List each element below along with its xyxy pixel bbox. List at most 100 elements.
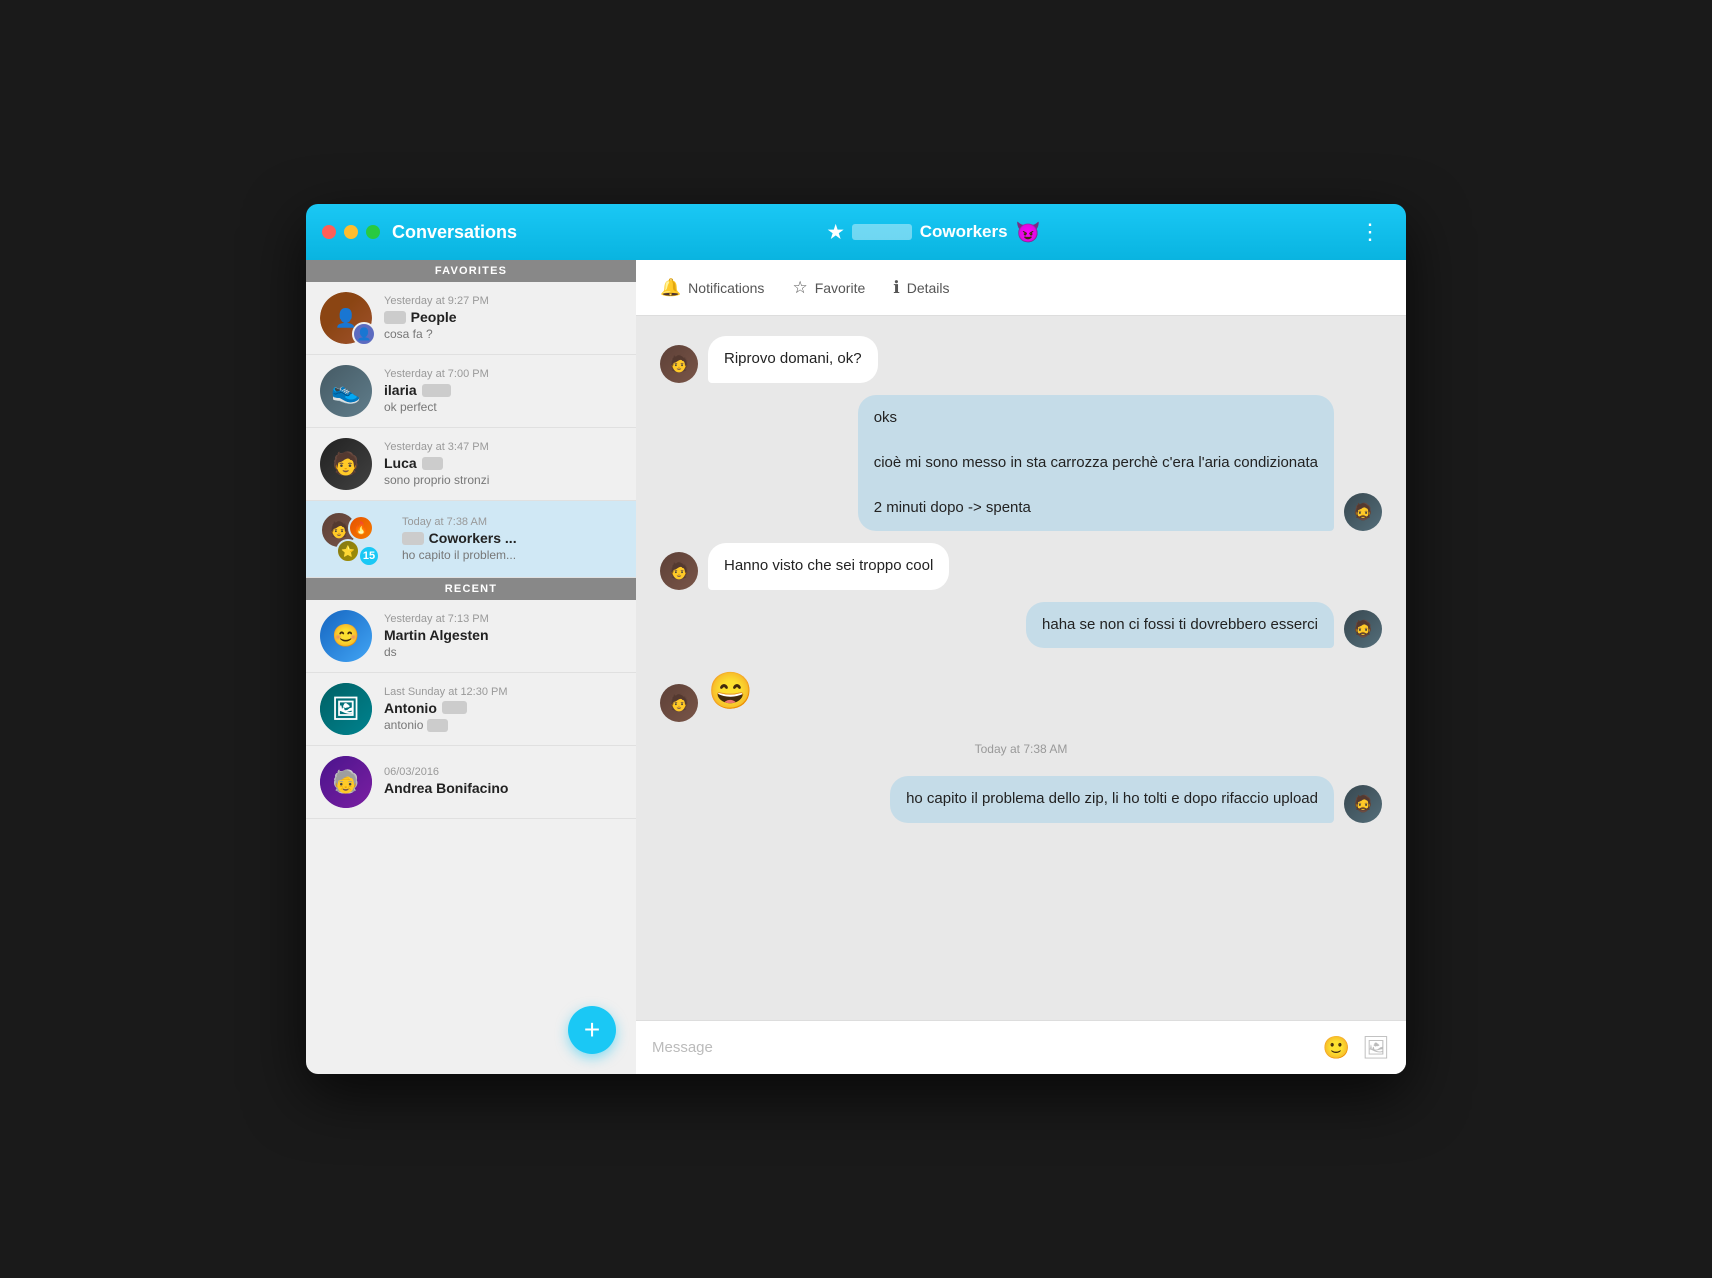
luca-preview: sono proprio stronzi	[384, 473, 622, 487]
chat-toolbar: 🔔 Notifications ☆ Favorite ℹ Details	[636, 260, 1406, 316]
andrea-avatar: 🧓	[320, 756, 372, 808]
msg-avatar-out-6: 🧔	[1344, 785, 1382, 823]
coworkers-avatar-wrap: 🧑 🔥 ⭐ 15	[320, 511, 376, 567]
andrea-time: 06/03/2016	[384, 766, 622, 778]
andrea-conv-info: 06/03/2016 Andrea Bonifacino	[384, 766, 622, 798]
martin-avatar: 😊	[320, 610, 372, 662]
cw-avatar-3: ⭐	[336, 539, 360, 563]
timestamp-1: Today at 7:38 AM	[660, 742, 1382, 756]
message-row-1: 🧑 Riprovo domani, ok?	[660, 336, 1382, 383]
ilaria-blur	[422, 384, 451, 397]
message-input[interactable]	[652, 1039, 1311, 1056]
msg-bubble-2: oks cioè mi sono messo in sta carrozza p…	[858, 395, 1334, 532]
sidebar-item-antonio[interactable]: 🖼 Last Sunday at 12:30 PM Antonio antoni…	[306, 673, 636, 746]
luca-avatar-wrap: 🧑	[320, 438, 372, 490]
notifications-label: Notifications	[688, 280, 764, 296]
msg-avatar-in-1: 🧑	[660, 345, 698, 383]
chat-messages: 🧑 Riprovo domani, ok? 🧔 oks cioè mi sono…	[636, 316, 1406, 1020]
sidebar-item-people[interactable]: 👤 👤 Yesterday at 9:27 PM People cosa fa …	[306, 282, 636, 355]
antonio-name-text: Antonio	[384, 700, 437, 716]
app-window: Conversations ★ Coworkers 😈 ⋮ FAVORITES …	[306, 204, 1406, 1074]
favorites-header: FAVORITES	[306, 260, 636, 282]
message-row-5: 🧑 😄	[660, 660, 1382, 722]
close-button[interactable]	[322, 225, 336, 239]
people-conv-info: Yesterday at 9:27 PM People cosa fa ?	[384, 295, 622, 341]
image-upload-icon[interactable]: 🖼	[1362, 1035, 1390, 1061]
coworkers-conv-info: Today at 7:38 AM Coworkers ... ho capito…	[402, 516, 622, 562]
notifications-toolbar-item[interactable]: 🔔 Notifications	[660, 278, 764, 298]
ilaria-name: ilaria	[384, 382, 622, 398]
details-label: Details	[907, 280, 950, 296]
sidebar-item-martin[interactable]: 😊 Yesterday at 7:13 PM Martin Algesten d…	[306, 600, 636, 673]
message-row-3: 🧑 Hanno visto che sei troppo cool	[660, 543, 1382, 590]
antonio-avatar: 🖼	[320, 683, 372, 735]
coworkers-preview: ho capito il problem...	[402, 548, 622, 562]
message-row-6: 🧔 ho capito il problema dello zip, li ho…	[660, 776, 1382, 823]
martin-avatar-wrap: 😊	[320, 610, 372, 662]
msg-avatar-in-3: 🧑	[660, 552, 698, 590]
details-toolbar-item[interactable]: ℹ Details	[893, 278, 949, 298]
star-icon: ★	[828, 222, 844, 243]
chat-emoji: 😈	[1016, 220, 1041, 245]
people-avatar-secondary: 👤	[352, 322, 376, 346]
antonio-preview: antonio	[384, 718, 622, 732]
martin-preview: ds	[384, 645, 622, 659]
ilaria-preview: ok perfect	[384, 400, 622, 414]
favorite-label: Favorite	[815, 280, 866, 296]
martin-time: Yesterday at 7:13 PM	[384, 613, 622, 625]
favorite-icon: ☆	[792, 278, 807, 298]
cw-name-blur	[402, 532, 424, 545]
ilaria-name-text: ilaria	[384, 382, 417, 398]
msg-bubble-4: haha se non ci fossi ti dovrebbero esser…	[1026, 602, 1334, 649]
ilaria-time: Yesterday at 7:00 PM	[384, 368, 622, 380]
luca-time: Yesterday at 3:47 PM	[384, 441, 622, 453]
ilaria-avatar-wrap: 👟	[320, 365, 372, 417]
cw-avatar-2: 🔥	[348, 515, 374, 541]
people-avatar-wrap: 👤 👤	[320, 292, 372, 344]
antonio-preview-blur	[427, 719, 449, 732]
sidebar-item-luca[interactable]: 🧑 Yesterday at 3:47 PM Luca sono proprio…	[306, 428, 636, 501]
info-icon: ℹ	[893, 278, 899, 298]
martin-name: Martin Algesten	[384, 627, 622, 643]
msg-bubble-5: 😄	[708, 660, 753, 722]
antonio-name: Antonio	[384, 700, 622, 716]
msg-avatar-in-5: 🧑	[660, 684, 698, 722]
people-name: People	[384, 309, 622, 325]
antonio-avatar-wrap: 🖼	[320, 683, 372, 735]
recent-header: RECENT	[306, 578, 636, 600]
message-row-4: 🧔 haha se non ci fossi ti dovrebbero ess…	[660, 602, 1382, 649]
people-name-blur	[384, 311, 406, 324]
martin-conv-info: Yesterday at 7:13 PM Martin Algesten ds	[384, 613, 622, 659]
sidebar-item-andrea[interactable]: 🧓 06/03/2016 Andrea Bonifacino	[306, 746, 636, 819]
title-bar-right: ⋮	[1351, 215, 1390, 249]
new-conversation-button[interactable]: +	[568, 1006, 616, 1054]
msg-bubble-3: Hanno visto che sei troppo cool	[708, 543, 949, 590]
luca-conv-info: Yesterday at 3:47 PM Luca sono proprio s…	[384, 441, 622, 487]
msg-avatar-out-4: 🧔	[1344, 610, 1382, 648]
antonio-preview-text: antonio	[384, 718, 427, 732]
chat-input-area: 🙂 🖼	[636, 1020, 1406, 1074]
antonio-conv-info: Last Sunday at 12:30 PM Antonio antonio	[384, 686, 622, 732]
bell-icon: 🔔	[660, 278, 681, 298]
antonio-blur	[442, 701, 467, 714]
favorite-toolbar-item[interactable]: ☆ Favorite	[792, 278, 865, 298]
sidebar-item-coworkers[interactable]: 🧑 🔥 ⭐ 15 Today at 7:38 AM Coworkers ... …	[306, 501, 636, 578]
coworkers-time: Today at 7:38 AM	[402, 516, 622, 528]
emoji-picker-icon[interactable]: 🙂	[1323, 1035, 1350, 1061]
people-time: Yesterday at 9:27 PM	[384, 295, 622, 307]
coworkers-name: Coworkers ...	[402, 530, 622, 546]
luca-name-text: Luca	[384, 455, 417, 471]
more-menu-button[interactable]: ⋮	[1351, 215, 1390, 249]
minimize-button[interactable]	[344, 225, 358, 239]
sidebar-item-ilaria[interactable]: 👟 Yesterday at 7:00 PM ilaria ok perfect	[306, 355, 636, 428]
ilaria-conv-info: Yesterday at 7:00 PM ilaria ok perfect	[384, 368, 622, 414]
maximize-button[interactable]	[366, 225, 380, 239]
chat-name-blur	[852, 224, 912, 240]
people-preview: cosa fa ?	[384, 327, 622, 341]
chat-title: Coworkers	[920, 222, 1008, 242]
sidebar: FAVORITES 👤 👤 Yesterday at 9:27 PM Peopl…	[306, 260, 636, 1074]
antonio-time: Last Sunday at 12:30 PM	[384, 686, 622, 698]
coworkers-badge: 15	[358, 545, 380, 567]
msg-bubble-1: Riprovo domani, ok?	[708, 336, 878, 383]
people-name-text: People	[411, 309, 457, 325]
